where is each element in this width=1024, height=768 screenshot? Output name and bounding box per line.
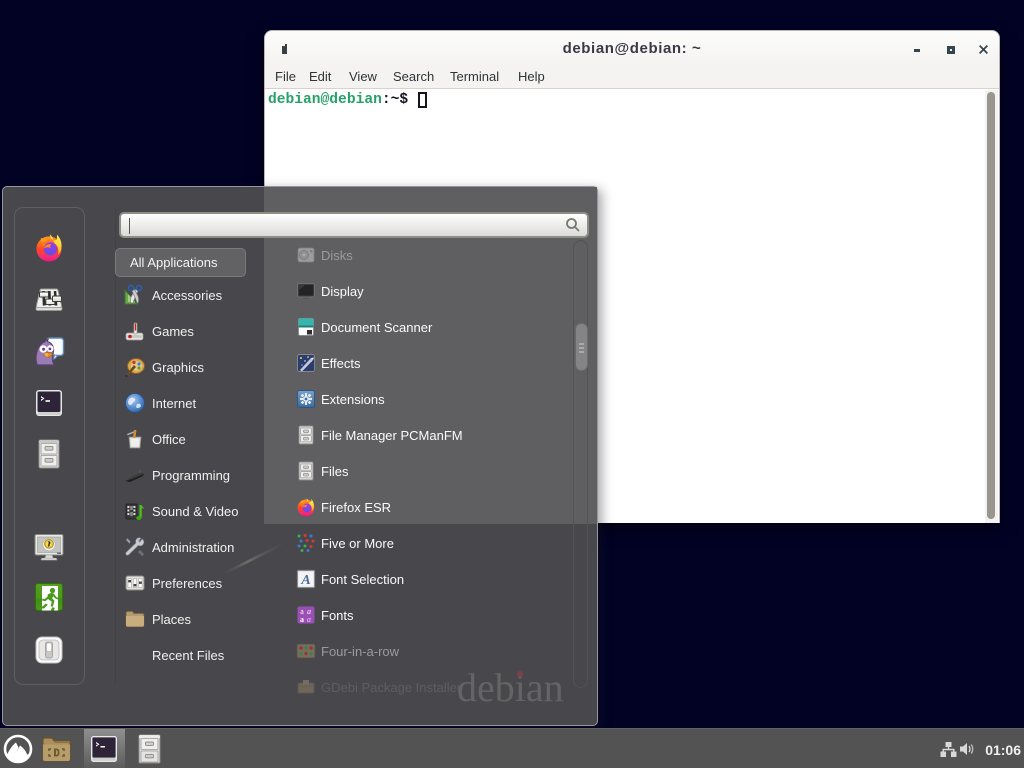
svg-text:A: A <box>300 573 310 588</box>
svg-text:a: a <box>300 615 304 624</box>
